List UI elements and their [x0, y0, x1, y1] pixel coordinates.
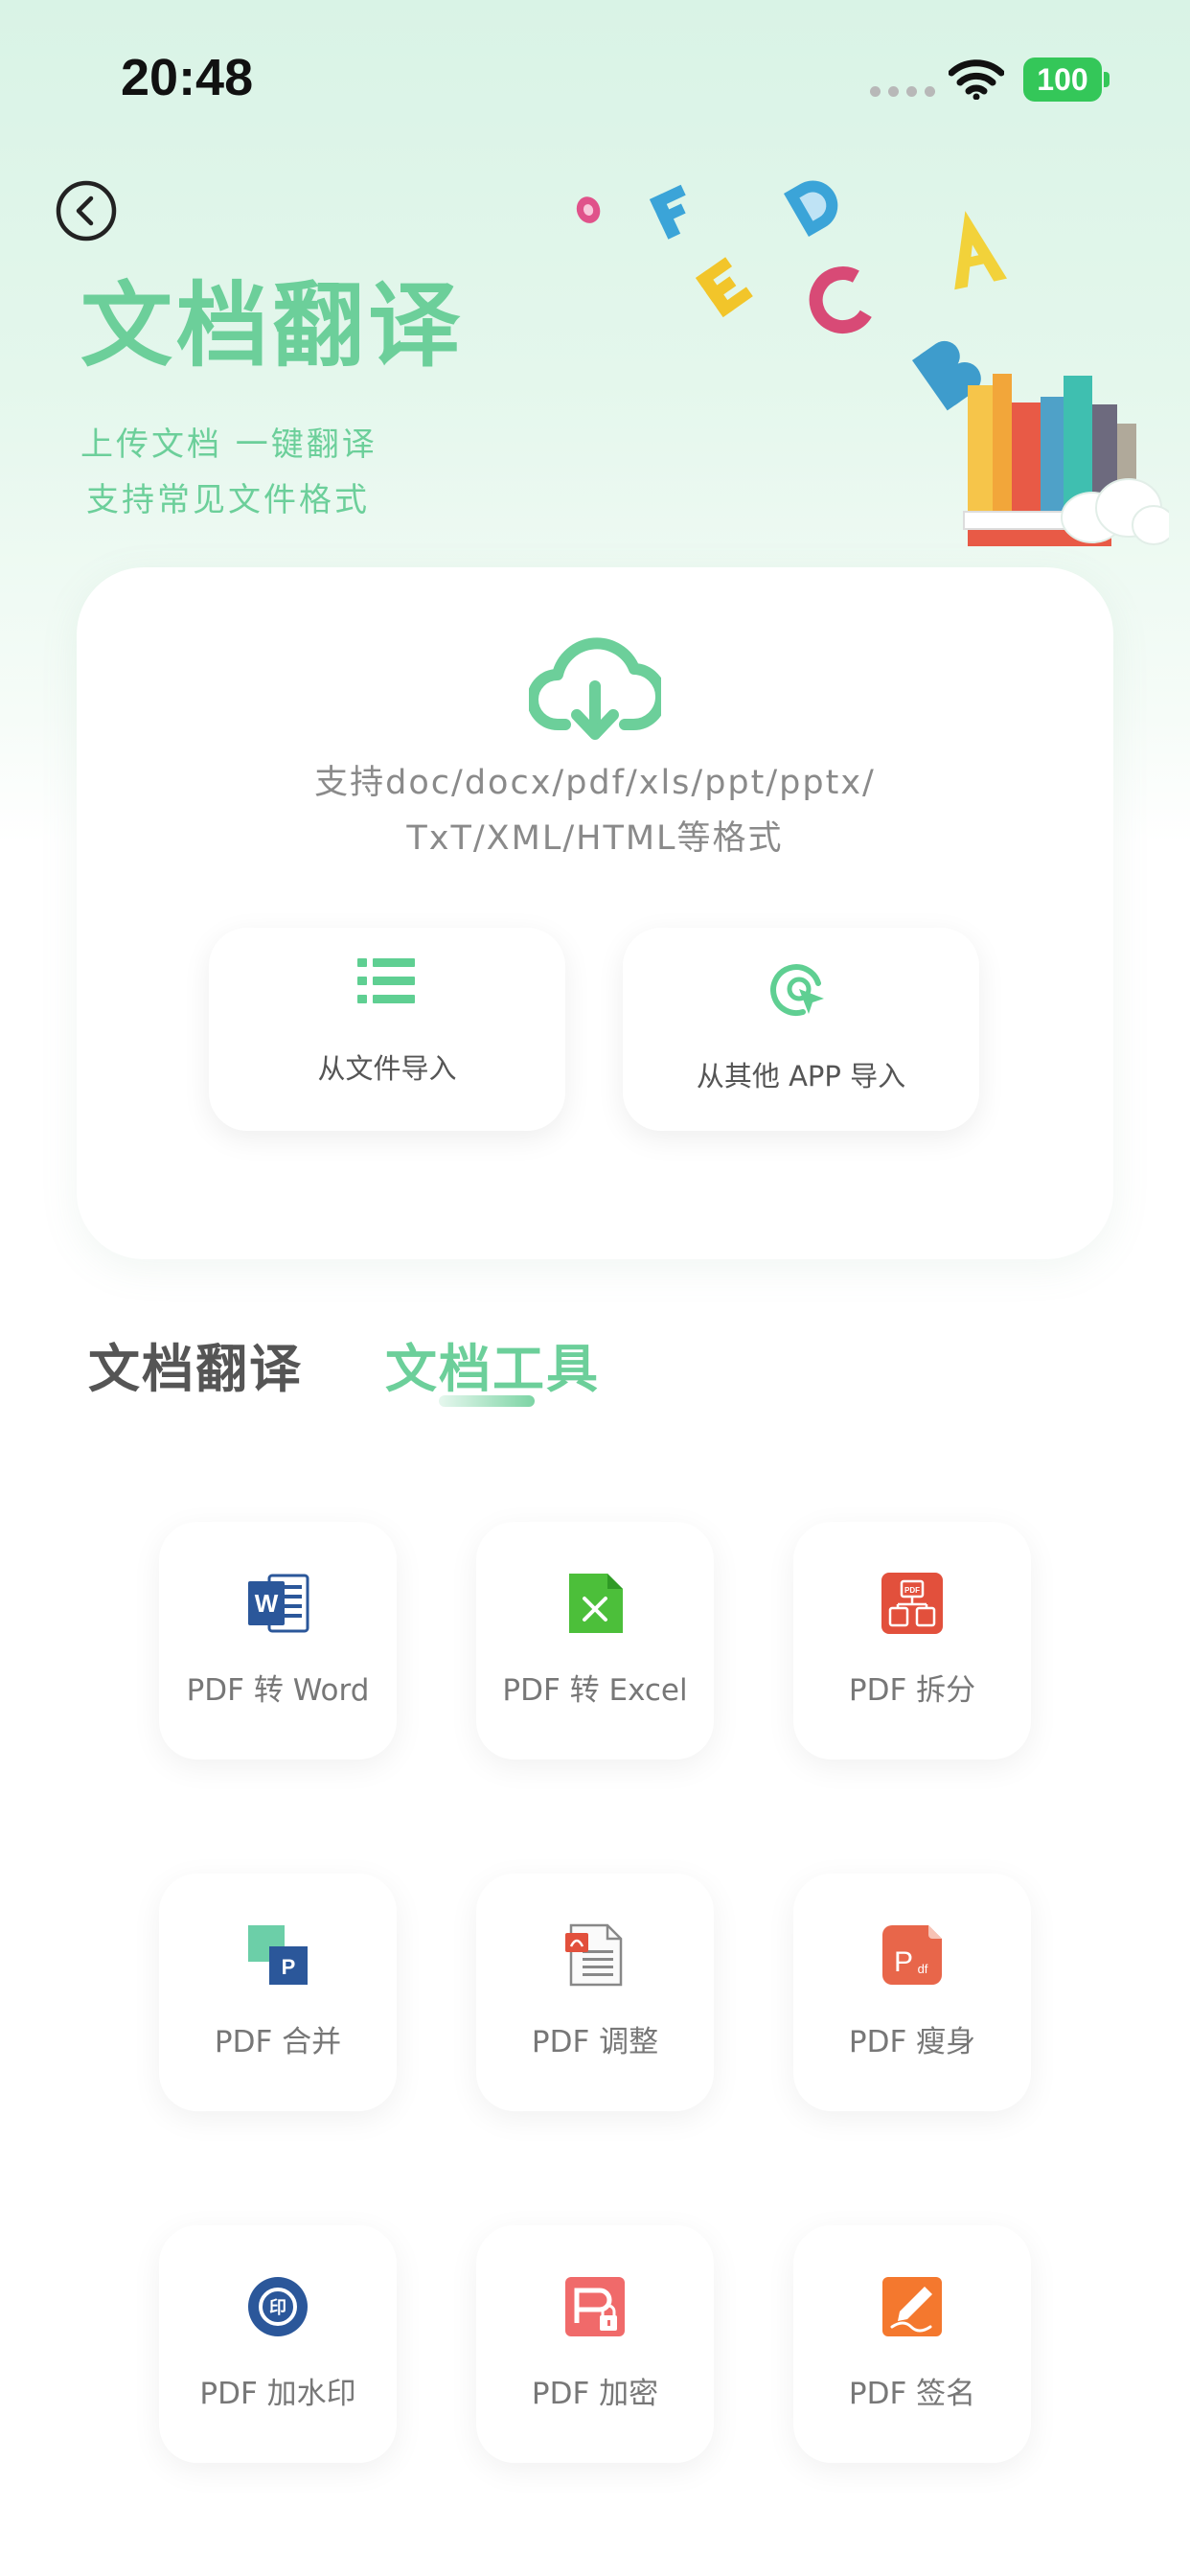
tool-pdf-compress[interactable]: P df PDF 瘦身: [793, 1874, 1031, 2111]
tool-label: PDF 拆分: [848, 1673, 976, 1708]
pdf-compress-icon: P df: [882, 1925, 942, 1985]
subtitle-formats: 支持常见文件格式: [86, 481, 370, 519]
status-time: 20:48: [121, 49, 254, 106]
tool-label: PDF 瘦身: [848, 2025, 976, 2059]
tool-label: PDF 调整: [531, 2025, 659, 2059]
tool-label: PDF 加密: [531, 2377, 659, 2411]
upload-card[interactable]: 支持doc/docx/pdf/xls/ppt/pptx/ TxT/XML/HTM…: [77, 567, 1113, 1259]
tool-pdf-split[interactable]: PDF PDF 拆分: [793, 1522, 1031, 1760]
tab-document-tools[interactable]: 文档工具: [385, 1326, 600, 1402]
import-from-app-button[interactable]: 从其他 APP 导入: [623, 928, 979, 1131]
pdf-adjust-icon: [565, 1923, 623, 1987]
svg-text:df: df: [918, 1962, 928, 1976]
subtitle-upload: 上传文档 一键翻译: [80, 426, 378, 464]
pdf-lock-icon: [565, 2277, 625, 2336]
supported-formats-line1: 支持doc/docx/pdf/xls/ppt/pptx/: [314, 764, 876, 802]
tool-pdf-merge[interactable]: P PDF 合并: [159, 1874, 397, 2111]
word-icon: W: [248, 1574, 309, 1633]
list-icon: [357, 958, 415, 1003]
tool-label: PDF 合并: [214, 2025, 342, 2059]
excel-icon: [569, 1574, 623, 1633]
tool-pdf-to-word[interactable]: W PDF 转 Word: [159, 1522, 397, 1760]
tool-pdf-adjust[interactable]: PDF 调整: [476, 1874, 714, 2111]
active-tab-indicator: [439, 1395, 535, 1407]
cellular-signal-icon: [870, 86, 935, 97]
books-letters-illustration: [576, 180, 1169, 546]
tool-pdf-encrypt[interactable]: PDF 加密: [476, 2225, 714, 2463]
cloud-download-icon: [529, 637, 661, 740]
svg-text:印: 印: [269, 2298, 286, 2318]
tab-document-translate[interactable]: 文档翻译: [88, 1326, 303, 1402]
tool-label: PDF 签名: [848, 2377, 976, 2411]
signature-icon: [882, 2277, 942, 2336]
tool-label: PDF 加水印: [199, 2377, 356, 2411]
page-title: 文档翻译: [80, 272, 464, 380]
wifi-icon: [949, 59, 1004, 100]
watermark-icon: 印: [248, 2277, 308, 2336]
pdf-split-icon: PDF: [881, 1573, 943, 1634]
battery-level: 100: [1023, 58, 1102, 102]
import-app-label: 从其他 APP 导入: [696, 1060, 906, 1092]
tool-pdf-to-excel[interactable]: PDF 转 Excel: [476, 1522, 714, 1760]
svg-text:P: P: [894, 1946, 913, 1978]
svg-text:PDF: PDF: [904, 1586, 920, 1595]
supported-formats-line2: TxT/XML/HTML等格式: [406, 819, 784, 858]
battery-icon: 100: [1023, 58, 1110, 102]
pdf-merge-icon: P: [248, 1925, 308, 1985]
svg-text:W: W: [255, 1589, 279, 1618]
svg-text:P: P: [282, 1955, 296, 1979]
back-button[interactable]: [54, 178, 119, 243]
import-from-file-button[interactable]: 从文件导入: [209, 928, 565, 1131]
tool-label: PDF 转 Word: [186, 1673, 370, 1708]
pointer-click-icon: [770, 964, 824, 1017]
tool-label: PDF 转 Excel: [502, 1673, 688, 1708]
tool-pdf-sign[interactable]: PDF 签名: [793, 2225, 1031, 2463]
import-file-label: 从文件导入: [317, 1052, 457, 1085]
tool-pdf-watermark[interactable]: 印 PDF 加水印: [159, 2225, 397, 2463]
